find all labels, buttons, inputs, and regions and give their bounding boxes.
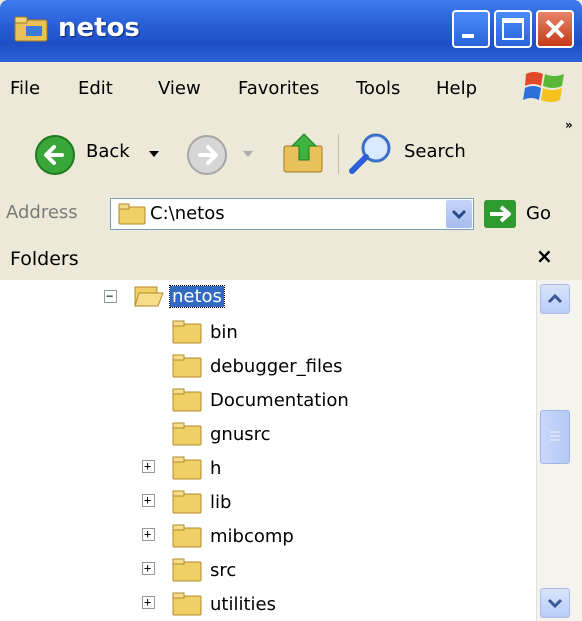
forward-dropdown-icon[interactable] bbox=[242, 150, 254, 158]
go-button[interactable] bbox=[484, 200, 516, 228]
folder-icon bbox=[172, 592, 202, 616]
scroll-down-button[interactable] bbox=[540, 588, 570, 618]
windows-logo-icon bbox=[523, 72, 564, 102]
tree-node-src[interactable]: src bbox=[210, 560, 236, 581]
folder-icon bbox=[172, 524, 202, 548]
close-icon bbox=[545, 19, 565, 39]
menu-tools[interactable]: Tools bbox=[356, 78, 400, 99]
minimize-icon bbox=[462, 34, 474, 38]
grip-icon bbox=[550, 431, 560, 441]
chevron-down-icon bbox=[451, 209, 467, 220]
go-arrow-icon bbox=[490, 205, 511, 223]
folders-pane-header bbox=[0, 236, 582, 281]
menu-help[interactable]: Help bbox=[436, 78, 477, 99]
menu-view[interactable]: View bbox=[158, 78, 201, 99]
folder-icon bbox=[172, 490, 202, 514]
open-folder-icon bbox=[134, 286, 164, 307]
go-label[interactable]: Go bbox=[526, 203, 551, 224]
title-bar[interactable]: netos bbox=[0, 0, 582, 62]
chevron-up-icon bbox=[547, 293, 563, 304]
folders-pane-close-button[interactable]: × bbox=[536, 244, 553, 268]
maximize-icon bbox=[502, 18, 524, 40]
tree-node-bin[interactable]: bin bbox=[210, 322, 238, 343]
menu-favorites[interactable]: Favorites bbox=[238, 78, 319, 99]
folder-icon bbox=[118, 203, 146, 225]
toolbar-overflow-icon[interactable]: » bbox=[565, 118, 573, 132]
address-label: Address bbox=[6, 202, 78, 223]
folder-icon bbox=[172, 388, 202, 412]
expand-toggle[interactable]: + bbox=[142, 494, 155, 507]
folder-icon bbox=[14, 16, 48, 42]
expand-toggle[interactable]: + bbox=[142, 528, 155, 541]
minimize-button[interactable] bbox=[452, 10, 490, 48]
tree-node-debugger-files[interactable]: debugger_files bbox=[210, 356, 342, 377]
close-button[interactable] bbox=[536, 10, 574, 48]
folder-icon bbox=[172, 354, 202, 378]
explorer-window: netos File Edit View Favorites Tools Hel… bbox=[0, 0, 582, 621]
expand-toggle[interactable]: + bbox=[142, 596, 155, 609]
folder-icon bbox=[172, 456, 202, 480]
tree-node-utilities[interactable]: utilities bbox=[210, 594, 276, 615]
maximize-button[interactable] bbox=[494, 10, 532, 48]
chevron-down-icon bbox=[547, 598, 563, 609]
folder-icon bbox=[172, 320, 202, 344]
search-button-label[interactable]: Search bbox=[404, 141, 466, 162]
window-title: netos bbox=[58, 13, 140, 43]
folder-up-icon[interactable] bbox=[282, 130, 326, 176]
address-dropdown-button[interactable] bbox=[446, 200, 472, 228]
menu-file[interactable]: File bbox=[10, 78, 40, 99]
tree-node-h[interactable]: h bbox=[210, 458, 221, 479]
tree-node-lib[interactable]: lib bbox=[210, 492, 231, 513]
back-dropdown-icon[interactable] bbox=[148, 150, 160, 158]
toolbar-separator bbox=[338, 134, 339, 174]
search-icon[interactable] bbox=[346, 130, 396, 176]
menu-edit[interactable]: Edit bbox=[78, 78, 113, 99]
folder-icon bbox=[172, 422, 202, 446]
back-button-label[interactable]: Back bbox=[86, 141, 130, 162]
back-arrow-icon[interactable] bbox=[34, 134, 76, 176]
folder-icon bbox=[172, 558, 202, 582]
collapse-toggle[interactable]: − bbox=[104, 290, 117, 303]
scrollbar-thumb[interactable] bbox=[540, 410, 570, 464]
expand-toggle[interactable]: + bbox=[142, 562, 155, 575]
expand-toggle[interactable]: + bbox=[142, 460, 155, 473]
folder-tree[interactable] bbox=[0, 280, 536, 621]
forward-arrow-icon[interactable] bbox=[186, 134, 228, 176]
address-value[interactable]: C:\netos bbox=[150, 203, 225, 224]
tree-node-documentation[interactable]: Documentation bbox=[210, 390, 349, 411]
tree-node-mibcomp[interactable]: mibcomp bbox=[210, 526, 294, 547]
tree-node-gnusrc[interactable]: gnusrc bbox=[210, 424, 271, 445]
tree-node-netos[interactable]: netos bbox=[169, 285, 225, 308]
scroll-up-button[interactable] bbox=[540, 284, 570, 314]
folders-pane-title: Folders bbox=[10, 248, 79, 270]
